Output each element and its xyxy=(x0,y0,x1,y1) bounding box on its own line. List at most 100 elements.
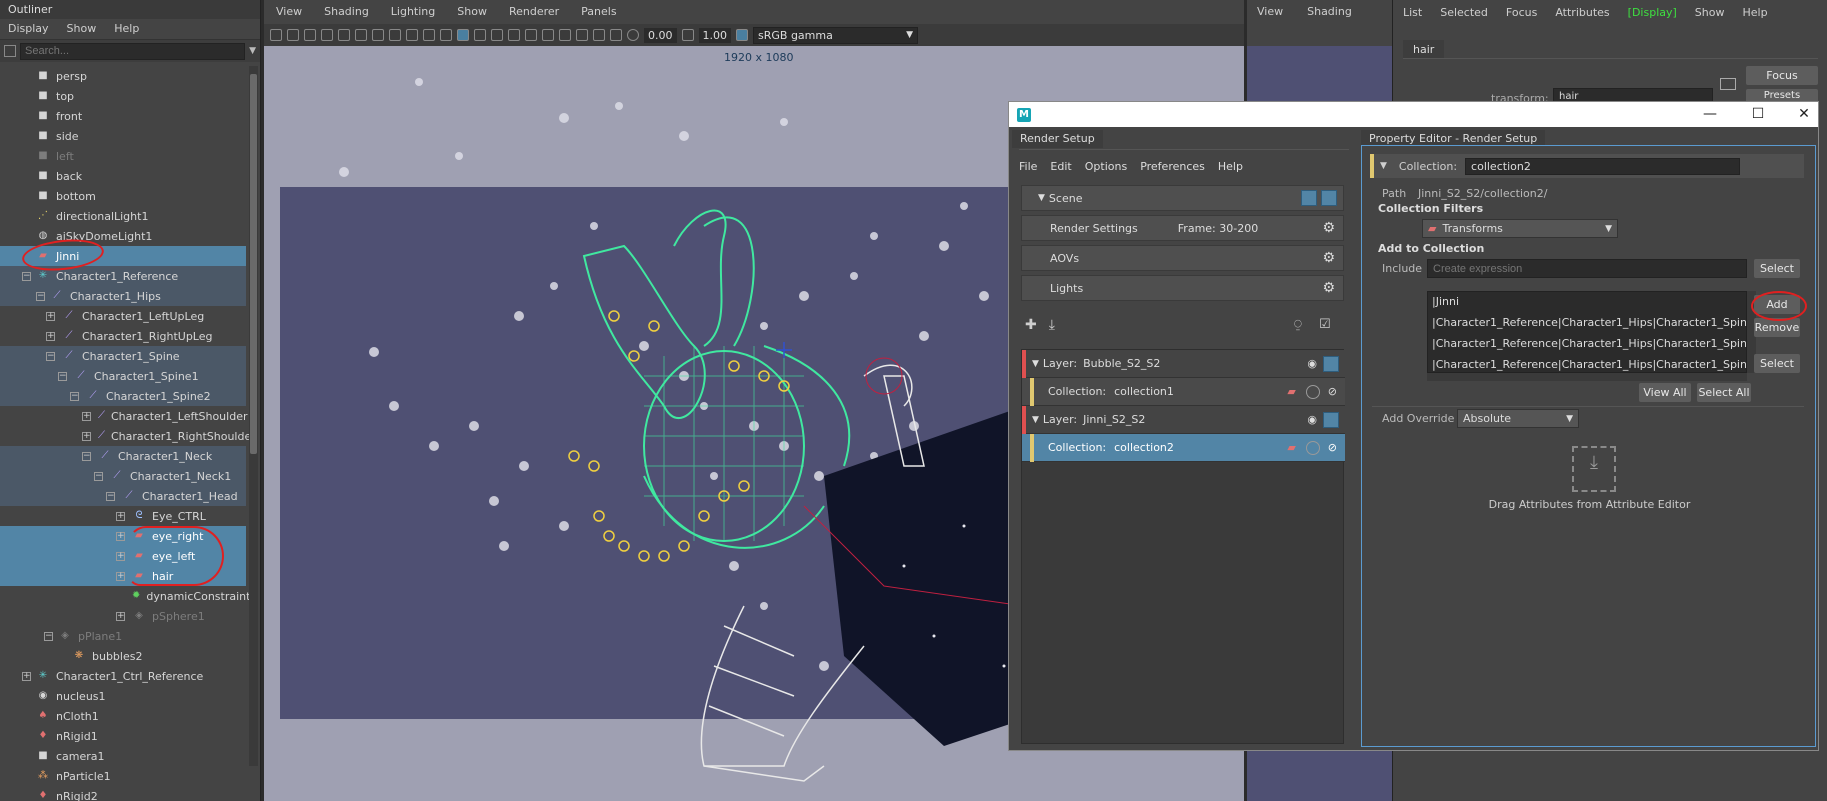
chevron-down-icon[interactable]: ▼ xyxy=(249,46,256,56)
scrollbar-thumb[interactable] xyxy=(250,74,257,454)
bookmark-icon[interactable] xyxy=(304,29,316,41)
collapse-icon[interactable]: − xyxy=(70,391,79,401)
expand-icon[interactable]: + xyxy=(82,411,91,421)
eye-icon[interactable]: ◉ xyxy=(1307,413,1317,426)
expand-icon[interactable]: + xyxy=(82,431,91,441)
rs-menu-help[interactable]: Help xyxy=(1218,160,1243,173)
solo-icon[interactable] xyxy=(1305,440,1320,455)
ae-menu-focus[interactable]: Focus xyxy=(1506,6,1537,20)
render-toggle-icon[interactable] xyxy=(1321,190,1337,206)
list-item[interactable]: + ◈ pSphere1 xyxy=(0,606,246,626)
tab-render-setup[interactable]: Render Setup xyxy=(1012,130,1103,148)
list-item[interactable]: ■ front xyxy=(0,106,246,126)
field-chart-icon[interactable] xyxy=(406,29,418,41)
expand-icon[interactable]: + xyxy=(22,671,31,681)
create-layer-icon[interactable]: ✚ xyxy=(1025,317,1037,333)
list-item[interactable]: + ✳ Character1_Ctrl_Reference xyxy=(0,666,246,686)
secondary-menu-view[interactable]: View xyxy=(1257,5,1283,19)
checklist-icon[interactable]: ☑ xyxy=(1319,317,1331,332)
list-item[interactable]: + ⟋ Character1_LeftShoulder xyxy=(0,406,248,426)
list-item[interactable]: ■ top xyxy=(0,86,246,106)
import-icon[interactable]: ⤓ xyxy=(1049,317,1055,333)
minimize-icon[interactable]: — xyxy=(1700,106,1720,122)
solo-icon[interactable] xyxy=(1305,384,1320,399)
wireframe-icon[interactable] xyxy=(440,29,452,41)
list-item[interactable]: − ⟋ Character1_Spine2 xyxy=(0,386,246,406)
layer-row[interactable]: ▼ Layer: Jinni_S2_S2 ◉ xyxy=(1022,405,1345,434)
outliner-scrollbar[interactable] xyxy=(249,66,258,766)
list-item[interactable]: |Character1_Reference|Character1_Hips|Ch… xyxy=(1428,355,1746,372)
triangle-down-icon[interactable]: ▼ xyxy=(1380,161,1387,171)
viewport-menu-lighting[interactable]: Lighting xyxy=(391,5,435,19)
exposure-field[interactable]: 0.00 xyxy=(644,27,677,43)
lights-editor-icon[interactable]: ⍜ xyxy=(1294,317,1302,332)
ae-menu-help[interactable]: Help xyxy=(1742,6,1767,20)
rs-menu-preferences[interactable]: Preferences xyxy=(1140,160,1205,173)
image-plane-icon[interactable] xyxy=(321,29,333,41)
grid-icon[interactable] xyxy=(338,29,350,41)
ambient-occlusion-icon[interactable] xyxy=(576,29,588,41)
list-item[interactable]: ♦ nRigid2 xyxy=(0,786,246,801)
expand-icon[interactable]: + xyxy=(116,511,125,521)
viewport-menu-panels[interactable]: Panels xyxy=(581,5,616,19)
safe-action-icon[interactable] xyxy=(423,29,435,41)
list-item[interactable]: ⋰ directionalLight1 xyxy=(0,206,246,226)
view-transform-dropdown[interactable]: sRGB gamma ▼ xyxy=(753,26,918,44)
focus-button[interactable]: Focus xyxy=(1746,66,1818,85)
expand-icon[interactable]: + xyxy=(116,611,125,621)
view-all-button[interactable]: View All xyxy=(1639,383,1691,402)
drop-target-icon[interactable]: ⤓ xyxy=(1572,446,1616,492)
rs-menu-edit[interactable]: Edit xyxy=(1050,160,1071,173)
color-management-icon[interactable] xyxy=(736,29,748,41)
list-h-scrollbar[interactable] xyxy=(1427,373,1747,381)
select-button[interactable]: Select xyxy=(1754,259,1800,278)
shadows-icon[interactable] xyxy=(525,29,537,41)
filter-icon[interactable] xyxy=(4,45,16,57)
camera-attributes-icon[interactable] xyxy=(287,29,299,41)
list-item[interactable]: ■ persp xyxy=(0,66,246,86)
secondary-menu-shading[interactable]: Shading xyxy=(1307,5,1352,19)
viewport-menu-show[interactable]: Show xyxy=(457,5,487,19)
ae-menu-attributes[interactable]: Attributes xyxy=(1555,6,1609,20)
eye-toggle-icon[interactable] xyxy=(1301,190,1317,206)
scene-row[interactable]: ▼ Scene xyxy=(1021,185,1344,211)
resolution-gate-icon[interactable] xyxy=(372,29,384,41)
smooth-shade-icon[interactable] xyxy=(457,29,469,41)
list-item[interactable]: ♠ nCloth1 xyxy=(0,706,246,726)
layer-row[interactable]: ▼ Layer: Bubble_S2_S2 ◉ xyxy=(1022,349,1345,378)
list-item[interactable]: + ⟋ Character1_RightUpLeg xyxy=(0,326,246,346)
collection-filter-dropdown[interactable]: ▰ Transforms ▼ xyxy=(1422,219,1618,238)
triangle-down-icon[interactable]: ▼ xyxy=(1038,193,1045,203)
select-static-button[interactable]: Select xyxy=(1754,354,1800,373)
list-item[interactable]: ❋ bubbles2 xyxy=(0,646,246,666)
collapse-icon[interactable]: − xyxy=(58,371,67,381)
ae-menu-list[interactable]: List xyxy=(1403,6,1422,20)
expand-icon[interactable]: + xyxy=(46,311,55,321)
collapse-icon[interactable]: − xyxy=(22,271,31,281)
collection-row[interactable]: Collection: collection1 ▰ ⊘ xyxy=(1022,377,1345,406)
list-item[interactable]: |Character1_Reference|Character1_Hips|Ch… xyxy=(1428,334,1746,355)
list-item[interactable]: ■ bottom xyxy=(0,186,246,206)
list-item[interactable]: − ⟋ Character1_Spine xyxy=(0,346,246,366)
list-item[interactable]: + ⟋ Character1_LeftUpLeg xyxy=(0,306,246,326)
ae-menu-display[interactable]: [Display] xyxy=(1628,6,1677,20)
exposure-icon[interactable] xyxy=(627,29,639,41)
collapse-icon[interactable]: − xyxy=(46,351,55,361)
close-icon[interactable]: ✕ xyxy=(1794,106,1814,122)
select-all-button[interactable]: Select All xyxy=(1697,383,1751,402)
rs-menu-file[interactable]: File xyxy=(1019,160,1037,173)
film-gate-icon[interactable] xyxy=(355,29,367,41)
render-toggle-icon[interactable] xyxy=(1323,411,1339,428)
isolate-icon[interactable] xyxy=(559,29,571,41)
list-item[interactable]: − ⟋ Character1_Neck xyxy=(0,446,246,466)
xray-icon[interactable] xyxy=(542,29,554,41)
outliner-menu-show[interactable]: Show xyxy=(67,22,97,36)
disable-icon[interactable]: ⊘ xyxy=(1328,385,1337,398)
gear-icon[interactable]: ⚙ xyxy=(1322,250,1335,266)
override-type-dropdown[interactable]: Absolute ▼ xyxy=(1457,409,1579,428)
expand-icon[interactable]: + xyxy=(46,331,55,341)
ae-tab-hair[interactable]: hair xyxy=(1403,40,1445,59)
gear-icon[interactable]: ⚙ xyxy=(1322,280,1335,296)
list-item[interactable]: + ᘓ Eye_CTRL xyxy=(0,506,246,526)
gamma-icon[interactable] xyxy=(681,29,694,41)
